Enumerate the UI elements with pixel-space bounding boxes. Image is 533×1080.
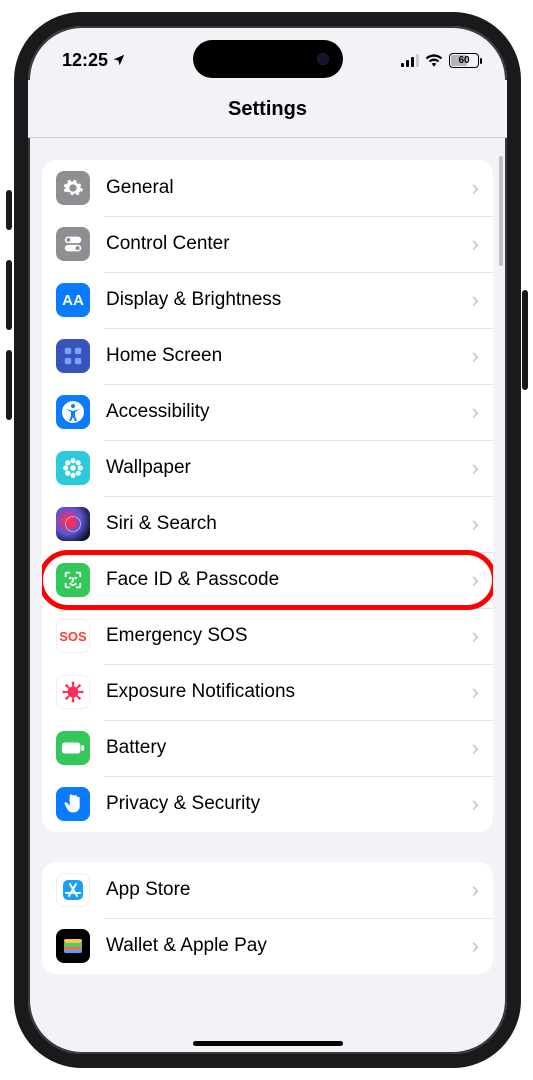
chevron-right-icon: › <box>472 343 479 369</box>
settings-row-accessibility[interactable]: Accessibility› <box>42 384 493 440</box>
chevron-right-icon: › <box>472 877 479 903</box>
settings-row-home-screen[interactable]: Home Screen› <box>42 328 493 384</box>
settings-row-app-store[interactable]: App Store› <box>42 862 493 918</box>
gear-icon <box>56 171 90 205</box>
row-label: Display & Brightness <box>106 289 472 311</box>
row-label: Control Center <box>106 233 472 255</box>
chevron-right-icon: › <box>472 287 479 313</box>
settings-row-privacy[interactable]: Privacy & Security› <box>42 776 493 832</box>
siri-icon <box>56 507 90 541</box>
wifi-icon <box>425 53 443 67</box>
row-label: Accessibility <box>106 401 472 423</box>
settings-list[interactable]: General›Control Center›AADisplay & Brigh… <box>28 138 507 1054</box>
grid-icon <box>56 339 90 373</box>
toggles-icon <box>56 227 90 261</box>
flower-icon <box>56 451 90 485</box>
text-size-icon: AA <box>56 283 90 317</box>
appstore-icon <box>56 873 90 907</box>
settings-row-display[interactable]: AA Display & Brightness› <box>42 272 493 328</box>
row-label: Privacy & Security <box>106 793 472 815</box>
ringer-switch <box>6 190 12 230</box>
power-button <box>522 290 528 390</box>
settings-row-control-center[interactable]: Control Center› <box>42 216 493 272</box>
hand-icon <box>56 787 90 821</box>
chevron-right-icon: › <box>472 933 479 959</box>
row-label: Emergency SOS <box>106 625 472 647</box>
face-id-icon <box>56 563 90 597</box>
settings-row-wallet[interactable]: Wallet & Apple Pay› <box>42 918 493 974</box>
battery-percent: 60 <box>458 55 469 66</box>
phone-screen: 12:25 60 Settings General›Control Center… <box>14 12 521 1068</box>
accessibility-icon <box>56 395 90 429</box>
sos-icon: SOS <box>56 619 90 653</box>
dynamic-island <box>193 40 343 78</box>
settings-row-battery[interactable]: Battery› <box>42 720 493 776</box>
row-label: App Store <box>106 879 472 901</box>
volume-up-button <box>6 260 12 330</box>
scroll-indicator[interactable] <box>499 156 503 266</box>
virus-icon <box>56 675 90 709</box>
chevron-right-icon: › <box>472 567 479 593</box>
settings-row-wallpaper[interactable]: Wallpaper› <box>42 440 493 496</box>
chevron-right-icon: › <box>472 679 479 705</box>
row-label: Battery <box>106 737 472 759</box>
settings-row-sos[interactable]: SOS Emergency SOS› <box>42 608 493 664</box>
settings-row-face-id[interactable]: Face ID & Passcode› <box>42 552 493 608</box>
settings-row-exposure[interactable]: Exposure Notifications› <box>42 664 493 720</box>
row-label: Home Screen <box>106 345 472 367</box>
row-label: Exposure Notifications <box>106 681 472 703</box>
row-label: Wallpaper <box>106 457 472 479</box>
settings-row-general[interactable]: General› <box>42 160 493 216</box>
chevron-right-icon: › <box>472 231 479 257</box>
chevron-right-icon: › <box>472 455 479 481</box>
chevron-right-icon: › <box>472 791 479 817</box>
cellular-icon <box>401 54 419 67</box>
volume-down-button <box>6 350 12 420</box>
chevron-right-icon: › <box>472 623 479 649</box>
chevron-right-icon: › <box>472 399 479 425</box>
chevron-right-icon: › <box>472 735 479 761</box>
chevron-right-icon: › <box>472 175 479 201</box>
settings-row-siri[interactable]: Siri & Search› <box>42 496 493 552</box>
page-title: Settings <box>28 80 507 138</box>
home-indicator[interactable] <box>193 1041 343 1046</box>
row-label: Face ID & Passcode <box>106 569 472 591</box>
row-label: General <box>106 177 472 199</box>
row-label: Siri & Search <box>106 513 472 535</box>
wallet-icon <box>56 929 90 963</box>
battery-icon <box>56 731 90 765</box>
settings-group: General›Control Center›AADisplay & Brigh… <box>42 160 493 832</box>
settings-group: App Store›Wallet & Apple Pay› <box>42 862 493 974</box>
chevron-right-icon: › <box>472 511 479 537</box>
location-icon <box>112 53 126 67</box>
row-label: Wallet & Apple Pay <box>106 935 472 957</box>
status-time: 12:25 <box>62 50 108 71</box>
battery-icon: 60 <box>449 53 479 68</box>
